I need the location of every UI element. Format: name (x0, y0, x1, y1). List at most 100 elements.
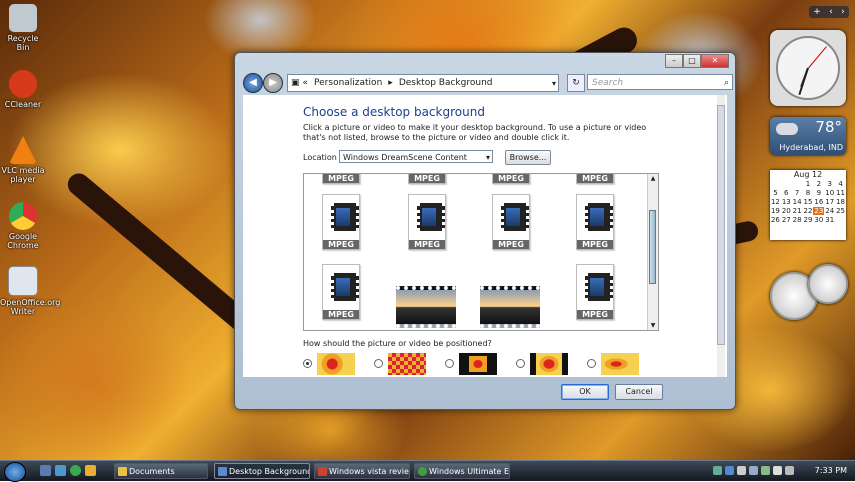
calendar-day[interactable]: 9 (813, 189, 824, 197)
calendar-day[interactable]: 26 (770, 216, 781, 224)
show-desktop-icon[interactable] (40, 465, 51, 476)
calendar-day[interactable]: 22 (803, 207, 814, 215)
calendar-day[interactable]: 8 (803, 189, 814, 197)
chevron-right-icon[interactable]: › (841, 7, 845, 17)
radio-button[interactable] (374, 359, 383, 368)
close-button[interactable]: ✕ (701, 54, 729, 68)
gallery-item-video-thumbnail[interactable] (396, 286, 456, 328)
media-player-icon[interactable] (85, 465, 96, 476)
calendar-day[interactable]: 11 (835, 189, 846, 197)
position-option-stretch[interactable] (587, 353, 657, 375)
breadcrumb-personalization[interactable]: Personalization (314, 78, 382, 88)
desktop-icon-chrome[interactable]: Google Chrome (0, 202, 46, 250)
calendar-day[interactable]: 18 (835, 198, 846, 206)
radio-button[interactable] (445, 359, 454, 368)
taskbar-item-windows-vista-review[interactable]: Windows vista revie... (314, 463, 410, 479)
ok-button[interactable]: OK (561, 384, 609, 400)
desktop-icon-vlc[interactable]: VLC media player (0, 136, 46, 184)
gallery-item-mpeg[interactable]: MPEG (400, 194, 448, 256)
calendar-gadget[interactable]: Aug 12 1 2 3 4 5 6 7 8 9 10 11 12 13 14 15 16 17 18 19 20 21… (770, 170, 846, 240)
scroll-down-icon[interactable]: ▼ (648, 322, 658, 329)
calendar-day[interactable]: 17 (824, 198, 835, 206)
search-icon[interactable]: ⌕ (724, 75, 729, 91)
clock-time[interactable]: 7:33 PM (815, 461, 847, 481)
calendar-day[interactable]: 28 (792, 216, 803, 224)
tray-icon[interactable] (785, 466, 794, 475)
sidebar-controls[interactable]: + ‹ › (809, 6, 849, 18)
address-bar[interactable]: ▣ « Personalization ▸ Desktop Background… (287, 74, 559, 92)
gallery-item-mpeg[interactable]: MPEG (314, 264, 362, 326)
scrollbar-thumb[interactable] (649, 210, 656, 284)
calendar-day[interactable]: 4 (835, 180, 846, 188)
calendar-day[interactable]: 19 (770, 207, 781, 215)
weather-gadget[interactable]: 78° Hyderabad, IND (770, 117, 846, 155)
taskbar-item-documents[interactable]: Documents (114, 463, 208, 479)
window-scrollbar[interactable] (717, 95, 725, 377)
forward-button[interactable]: ▶ (263, 73, 283, 93)
chevron-down-icon[interactable]: ▾ (486, 151, 490, 164)
position-option-tile[interactable] (374, 353, 444, 375)
volume-icon[interactable] (773, 466, 782, 475)
refresh-button[interactable]: ↻ (567, 74, 585, 92)
gallery-item-mpeg[interactable]: MPEG (568, 264, 616, 326)
calendar-day[interactable]: 27 (781, 216, 792, 224)
calendar-day[interactable]: 30 (813, 216, 824, 224)
calendar-day[interactable]: 21 (792, 207, 803, 215)
chevron-left-icon[interactable]: ‹ (829, 7, 833, 17)
gallery-item-video-thumbnail[interactable] (480, 286, 540, 328)
calendar-day[interactable]: 16 (813, 198, 824, 206)
gallery-item-mpeg[interactable]: MPEG (568, 194, 616, 256)
calendar-day[interactable]: 10 (824, 189, 835, 197)
calendar-day[interactable]: 12 (770, 198, 781, 206)
switch-windows-icon[interactable] (55, 465, 66, 476)
taskbar-item-windows-ultimate[interactable]: Windows Ultimate E... (414, 463, 510, 479)
calendar-day[interactable]: 6 (781, 189, 792, 197)
calendar-day[interactable]: 15 (803, 198, 814, 206)
radio-button[interactable] (516, 359, 525, 368)
gallery-item-mpeg[interactable]: MPEG (314, 194, 362, 256)
tray-icon[interactable] (749, 466, 758, 475)
scroll-up-icon[interactable]: ▲ (648, 175, 658, 182)
gallery-item-mpeg[interactable]: MPEG (400, 174, 448, 190)
battery-icon[interactable] (761, 466, 770, 475)
minimize-button[interactable]: – (665, 54, 683, 68)
position-option-fit[interactable] (516, 353, 586, 375)
calendar-day[interactable]: 2 (813, 180, 824, 188)
browse-button[interactable]: Browse... (505, 150, 551, 165)
gallery-item-mpeg[interactable]: MPEG (484, 174, 532, 190)
calendar-day[interactable]: 23 (813, 207, 825, 215)
network-icon[interactable] (713, 466, 722, 475)
add-gadget-icon[interactable]: + (813, 7, 821, 17)
location-select[interactable]: Windows DreamScene Content ▾ (339, 150, 493, 163)
scrollbar-thumb[interactable] (717, 105, 725, 345)
taskbar-item-desktop-background[interactable]: Desktop Background (214, 463, 310, 479)
position-option-fill[interactable] (303, 353, 373, 375)
calendar-day[interactable]: 1 (803, 180, 814, 188)
calendar-day[interactable]: 29 (803, 216, 814, 224)
position-option-center[interactable] (445, 353, 515, 375)
start-button[interactable] (4, 462, 26, 482)
memory-meter-gadget[interactable] (808, 264, 848, 304)
gallery-item-mpeg[interactable]: MPEG (484, 194, 532, 256)
gallery-item-mpeg[interactable]: MPEG (568, 174, 616, 190)
calendar-day[interactable]: 20 (781, 207, 792, 215)
radio-button[interactable] (587, 359, 596, 368)
breadcrumb-desktop-background[interactable]: Desktop Background (399, 78, 493, 88)
calendar-day[interactable]: 3 (824, 180, 835, 188)
radio-button[interactable] (303, 359, 312, 368)
maximize-button[interactable]: □ (683, 54, 701, 68)
gallery-scrollbar[interactable]: ▲ ▼ (647, 174, 658, 330)
calendar-day[interactable]: 13 (781, 198, 792, 206)
calendar-day[interactable]: 5 (770, 189, 781, 197)
breadcrumb-overflow[interactable]: « (303, 78, 309, 88)
back-button[interactable]: ◀ (243, 73, 263, 93)
bluetooth-icon[interactable] (725, 466, 734, 475)
tray-icon[interactable] (737, 466, 746, 475)
gallery-item-mpeg[interactable]: MPEG (314, 174, 362, 190)
search-input[interactable]: Search ⌕ (587, 74, 733, 90)
desktop-icon-ccleaner[interactable]: CCleaner (0, 70, 46, 109)
cancel-button[interactable]: Cancel (615, 384, 663, 400)
calendar-day[interactable]: 25 (835, 207, 846, 215)
calendar-day[interactable]: 7 (792, 189, 803, 197)
calendar-day[interactable]: 31 (824, 216, 835, 224)
